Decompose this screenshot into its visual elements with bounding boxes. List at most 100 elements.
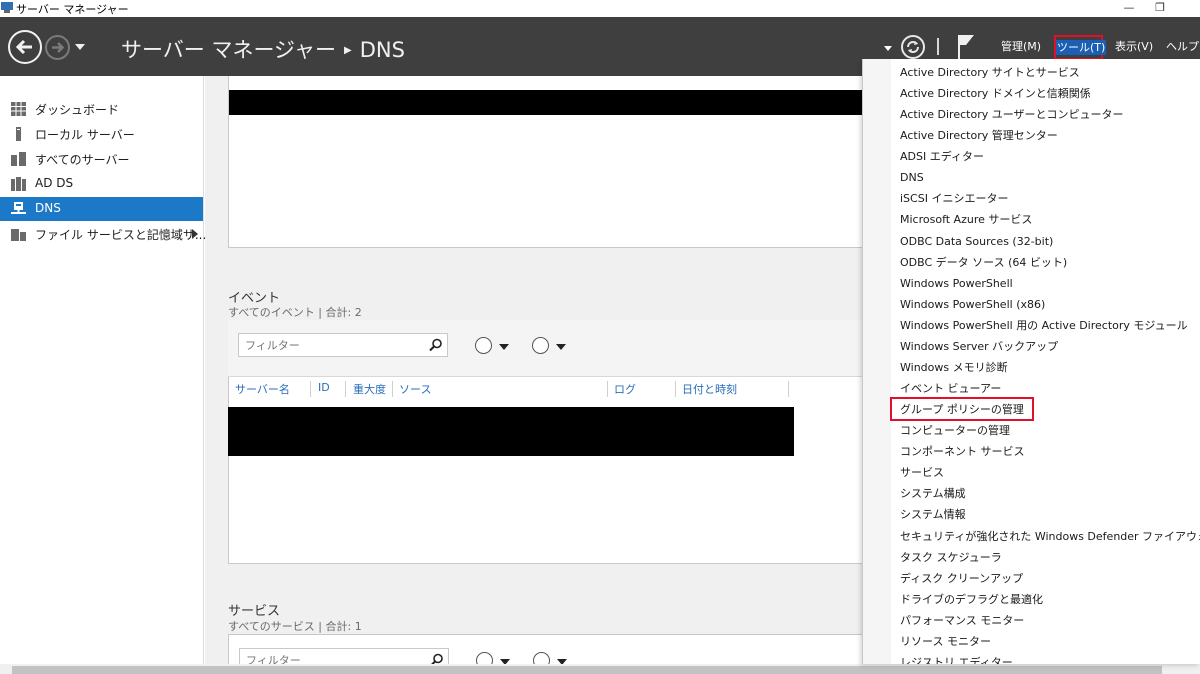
- chevron-down-icon[interactable]: [884, 46, 892, 51]
- sidebar-item-label: すべてのサーバー: [35, 153, 130, 167]
- sidebar-item-label: ローカル サーバー: [35, 128, 135, 142]
- services-title: サービス: [228, 604, 281, 619]
- server-manager-app-icon: [1, 2, 13, 13]
- tools-menu-item[interactable]: セキュリティが強化された Windows Defender ファイアウォール: [900, 527, 1200, 547]
- refresh-button[interactable]: [901, 35, 925, 59]
- menu-help[interactable]: ヘルプ(H): [1166, 37, 1200, 57]
- tools-menu-item[interactable]: Windows メモリ診断: [900, 358, 1008, 378]
- scrollbar-thumb[interactable]: [12, 666, 1162, 674]
- tools-menu-item[interactable]: コンポーネント サービス: [900, 442, 1025, 462]
- col-id[interactable]: ID: [318, 381, 330, 394]
- sidebar-item-file-services[interactable]: ファイル サービスと記憶域サ...: [0, 222, 207, 246]
- history-dropdown-icon[interactable]: [75, 44, 85, 50]
- sidebar-item-label: AD DS: [35, 176, 74, 190]
- services-filter[interactable]: [239, 648, 449, 664]
- tools-menu-item[interactable]: DNS: [900, 168, 924, 188]
- tools-menu-item[interactable]: ODBC データ ソース (64 ビット): [900, 253, 1067, 273]
- sidebar-item-label: ダッシュボード: [35, 103, 120, 117]
- local-server-icon: [16, 127, 21, 141]
- menu-manage[interactable]: 管理(M): [1001, 37, 1041, 57]
- sidebar-item-dashboard[interactable]: ダッシュボード: [0, 97, 203, 121]
- save-query-icon[interactable]: [532, 337, 549, 354]
- minimize-button[interactable]: —: [1114, 0, 1144, 17]
- tools-menu-item[interactable]: Windows PowerShell: [900, 274, 1013, 294]
- sidebar-item-label: DNS: [35, 201, 61, 215]
- tools-menu-item[interactable]: ドライブのデフラグと最適化: [900, 590, 1043, 610]
- tools-menu-item[interactable]: タスク スケジューラ: [900, 548, 1002, 568]
- file-services-icon: [11, 229, 26, 241]
- save-query-dropdown-icon[interactable]: [556, 344, 566, 350]
- events-column-header: サーバー名 ID 重大度 ソース ログ 日付と時刻: [235, 381, 862, 399]
- events-panel: サーバー名 ID 重大度 ソース ログ 日付と時刻: [228, 320, 862, 564]
- col-source[interactable]: ソース: [399, 381, 431, 397]
- menu-tools[interactable]: ツール(T): [1054, 35, 1107, 60]
- col-datetime[interactable]: 日付と時刻: [682, 381, 737, 397]
- tools-menu-item[interactable]: iSCSI イニシエーター: [900, 189, 1008, 209]
- redacted-block: [228, 407, 794, 456]
- tools-menu-item[interactable]: ADSI エディター: [900, 147, 984, 167]
- header-divider: [937, 38, 939, 55]
- sidebar-item-ad-ds[interactable]: AD DS: [0, 172, 203, 196]
- list-options-dropdown-icon[interactable]: [499, 344, 509, 350]
- breadcrumb-page: DNS: [359, 38, 405, 62]
- list-options-icon[interactable]: [476, 652, 493, 664]
- sidebar-item-local-server[interactable]: ローカル サーバー: [0, 122, 203, 146]
- sidebar-item-all-servers[interactable]: すべてのサーバー: [0, 147, 203, 171]
- sidebar-item-label: ファイル サービスと記憶域サ...: [35, 228, 207, 242]
- tools-menu-item[interactable]: ODBC Data Sources (32-bit): [900, 232, 1053, 252]
- arrow-right-icon: [52, 42, 65, 53]
- tools-dropdown-menu: Active Directory サイトとサービス Active Director…: [862, 59, 1200, 664]
- tools-menu-item[interactable]: ディスク クリーンアップ: [900, 569, 1023, 589]
- window-title: サーバー マネージャー: [16, 3, 129, 16]
- menu-tools-label: ツール(T): [1056, 40, 1107, 55]
- restore-button[interactable]: ❐: [1145, 0, 1175, 17]
- column-divider: [607, 381, 608, 397]
- tools-menu-item[interactable]: パフォーマンス モニター: [900, 611, 1024, 631]
- title-bar: サーバー マネージャー — ❐: [0, 0, 1200, 17]
- arrow-left-icon: [15, 39, 32, 55]
- tools-menu-item[interactable]: サービス: [900, 463, 944, 483]
- breadcrumb-app[interactable]: サーバー マネージャー: [121, 38, 336, 62]
- column-divider: [392, 381, 393, 397]
- tools-menu-item[interactable]: Active Directory 管理センター: [900, 126, 1058, 146]
- all-servers-icon: [11, 152, 26, 166]
- events-filter-input[interactable]: [245, 335, 425, 355]
- horizontal-scrollbar[interactable]: [0, 664, 1200, 674]
- highlight-box: [890, 397, 1034, 421]
- col-server-name[interactable]: サーバー名: [235, 381, 290, 397]
- tools-menu-item[interactable]: Windows PowerShell 用の Active Directory モ…: [900, 316, 1188, 336]
- tools-menu-item[interactable]: レジストリ エディター: [900, 653, 1013, 664]
- tools-menu-item[interactable]: システム構成: [900, 484, 966, 504]
- sidebar: ダッシュボード ローカル サーバー すべてのサーバー AD DS DNS ファイ…: [0, 76, 207, 674]
- menu-view[interactable]: 表示(V): [1115, 37, 1153, 57]
- column-divider: [310, 381, 311, 397]
- col-severity[interactable]: 重大度: [353, 381, 386, 397]
- expand-arrow-icon[interactable]: [192, 229, 198, 239]
- column-divider: [345, 381, 346, 397]
- services-filter-input[interactable]: [246, 650, 426, 664]
- tools-menu-item[interactable]: コンピューターの管理: [900, 421, 1010, 441]
- redacted-block: [229, 90, 862, 115]
- tools-menu-item[interactable]: Active Directory ユーザーとコンピューター: [900, 105, 1124, 125]
- list-options-icon[interactable]: [475, 337, 492, 354]
- tools-menu-item[interactable]: Windows PowerShell (x86): [900, 295, 1045, 315]
- search-icon[interactable]: [429, 338, 443, 352]
- events-filter[interactable]: [238, 333, 448, 357]
- sidebar-item-dns[interactable]: DNS: [0, 197, 203, 221]
- breadcrumb-separator-icon: ▶: [344, 45, 352, 56]
- tools-menu-item[interactable]: Windows Server バックアップ: [900, 337, 1058, 357]
- notification-flag-icon[interactable]: [956, 33, 976, 59]
- tools-menu-item[interactable]: Active Directory サイトとサービス: [900, 63, 1080, 83]
- tools-menu-item[interactable]: システム情報: [900, 505, 966, 525]
- back-button[interactable]: [8, 30, 42, 64]
- search-icon[interactable]: [430, 653, 444, 664]
- services-subtitle: すべてのサービス | 合計: 1: [228, 620, 362, 633]
- ad-ds-icon: [11, 177, 26, 191]
- tools-menu-item[interactable]: リソース モニター: [900, 632, 991, 652]
- tools-menu-item[interactable]: Active Directory ドメインと信頼関係: [900, 84, 1091, 104]
- tools-menu-item[interactable]: Microsoft Azure サービス: [900, 210, 1032, 230]
- services-panel: [228, 634, 862, 664]
- col-log[interactable]: ログ: [614, 381, 636, 397]
- save-query-icon[interactable]: [533, 652, 550, 664]
- forward-button[interactable]: [45, 35, 70, 60]
